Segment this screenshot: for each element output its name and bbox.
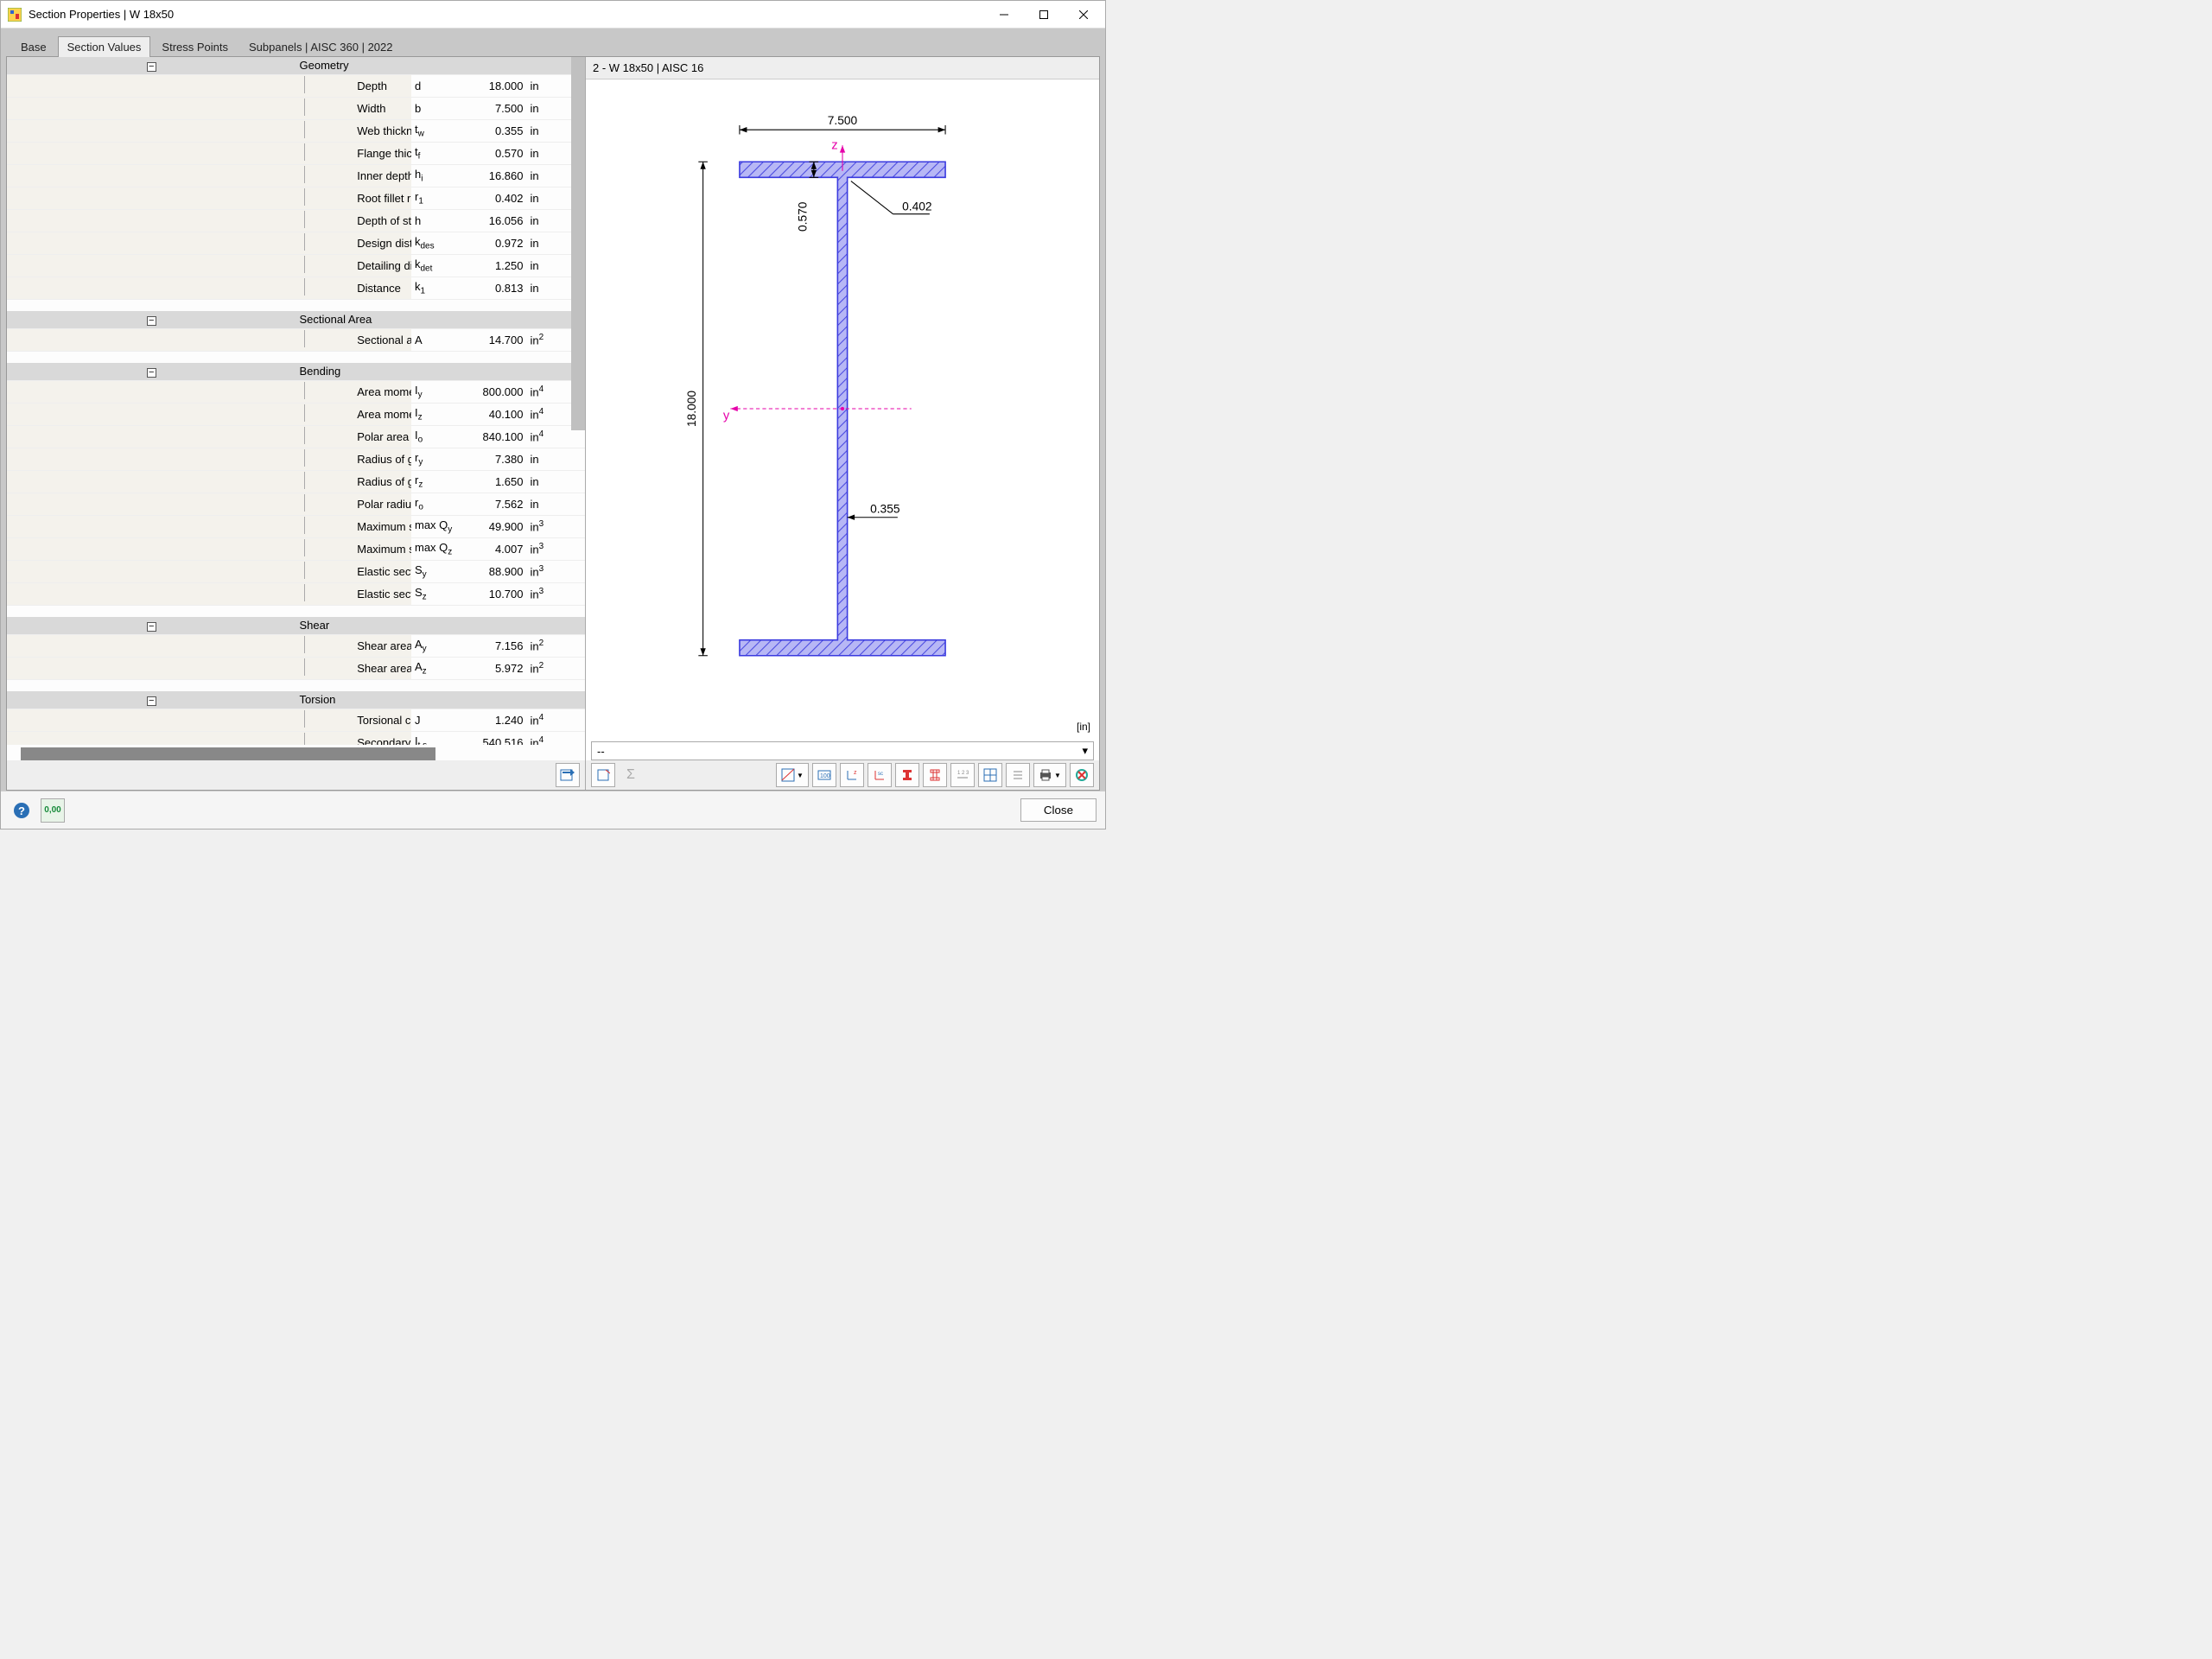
properties-scroll[interactable]: − Geometry Depth d 18.000 in Width b 7.5… — [7, 57, 585, 745]
view-mode-button[interactable]: ▼ — [776, 763, 809, 787]
horizontal-scrollbar[interactable] — [21, 747, 435, 760]
group-sectional-area[interactable]: − Sectional Area — [7, 311, 585, 328]
property-row[interactable]: Polar radius of gyration ro 7.562 in — [7, 493, 585, 515]
property-row[interactable]: Detailing distance kdet 1.250 in — [7, 254, 585, 276]
window-title: Section Properties | W 18x50 — [29, 8, 984, 21]
tab-base[interactable]: Base — [11, 36, 56, 57]
left-toolbar — [7, 760, 585, 790]
property-row[interactable]: Elastic section modulus about z-axis Sz … — [7, 582, 585, 605]
content-frame: BaseSection ValuesStress PointsSubpanels… — [1, 29, 1105, 791]
property-row[interactable]: Radius of gyration about z-axis rz 1.650… — [7, 470, 585, 493]
property-row[interactable]: Distance k1 0.813 in — [7, 276, 585, 299]
svg-text:y: y — [723, 410, 730, 423]
svg-text:0.355: 0.355 — [870, 502, 900, 515]
grid-button[interactable] — [978, 763, 1002, 787]
svg-text:18.000: 18.000 — [685, 391, 698, 427]
maximize-button[interactable] — [1024, 2, 1064, 28]
svg-text:100: 100 — [820, 773, 830, 779]
property-row[interactable]: Shear area in z-direction Az 5.972 in2 — [7, 657, 585, 679]
section-canvas[interactable]: 7.500 18.000 0.570 0.402 0.355 y z [in] — [586, 79, 1099, 738]
properties-grid-wrap: − Geometry Depth d 18.000 in Width b 7.5… — [7, 57, 585, 760]
property-row[interactable]: Radius of gyration about y-axis ry 7.380… — [7, 448, 585, 470]
tab-subpanels-aisc-360-2022[interactable]: Subpanels | AISC 360 | 2022 — [239, 36, 403, 57]
tab-stress-points[interactable]: Stress Points — [152, 36, 238, 57]
property-row[interactable]: Maximum statical moment of area about z-… — [7, 537, 585, 560]
right-toolbar: Σ ▼ 100 z sc 1 2 3 ▼ — [586, 760, 1099, 790]
property-row[interactable]: Design distance kdes 0.972 in — [7, 232, 585, 254]
properties-pane: − Geometry Depth d 18.000 in Width b 7.5… — [7, 57, 586, 790]
dialog-footer: ? 0,00 Close — [1, 791, 1105, 829]
property-row[interactable]: Shear area in y-direction Ay 7.156 in2 — [7, 634, 585, 657]
property-row[interactable]: Elastic section modulus about y-axis Sy … — [7, 560, 585, 582]
sigma-button[interactable]: Σ — [619, 763, 643, 787]
section-drawing: 7.500 18.000 0.570 0.402 0.355 y z — [586, 79, 1099, 738]
property-row[interactable]: Sectional area A 14.700 in2 — [7, 328, 585, 351]
decimals-label: 0,00 — [44, 805, 60, 815]
property-row[interactable]: Area moment of inertia about z-axis Iz 4… — [7, 403, 585, 425]
tab-bar: BaseSection ValuesStress PointsSubpanels… — [6, 34, 1100, 56]
minimize-button[interactable] — [984, 2, 1024, 28]
svg-text:?: ? — [18, 804, 25, 817]
export-button[interactable] — [556, 763, 580, 787]
vertical-scrollbar[interactable] — [571, 57, 585, 430]
properties-grid: − Geometry Depth d 18.000 in Width b 7.5… — [7, 57, 585, 745]
values-view-button[interactable]: 100 — [812, 763, 836, 787]
property-row[interactable]: Polar area moment of inertia Io 840.100 … — [7, 425, 585, 448]
reset-button[interactable] — [1070, 763, 1094, 787]
unit-label: [in] — [1077, 721, 1090, 733]
numbering-button[interactable]: 1 2 3 — [950, 763, 975, 787]
property-row[interactable]: Root fillet radius r1 0.402 in — [7, 187, 585, 209]
app-icon — [8, 8, 22, 22]
decimals-button[interactable]: 0,00 — [41, 798, 65, 823]
property-row[interactable]: Depth of straight portion of web h 16.05… — [7, 209, 585, 232]
preview-header: 2 - W 18x50 | AISC 16 — [586, 57, 1099, 79]
print-button[interactable]: ▼ — [1033, 763, 1066, 787]
section-red-button[interactable] — [895, 763, 919, 787]
close-button[interactable]: Close — [1020, 798, 1096, 822]
chevron-down-icon: ▾ — [1082, 744, 1088, 758]
window: Section Properties | W 18x50 BaseSection… — [0, 0, 1106, 830]
list-button[interactable] — [1006, 763, 1030, 787]
content-split: − Geometry Depth d 18.000 in Width b 7.5… — [6, 56, 1100, 791]
axes-sc-button[interactable]: sc — [868, 763, 892, 787]
property-row[interactable]: Flange thickness tf 0.570 in — [7, 142, 585, 164]
svg-text:z: z — [854, 770, 857, 776]
axes-z-button[interactable]: z — [840, 763, 864, 787]
svg-text:7.500: 7.500 — [828, 114, 858, 127]
property-row[interactable]: Inner depth between flanges hi 16.860 in — [7, 164, 585, 187]
preview-pane: 2 - W 18x50 | AISC 16 7.500 18.000 0.570 0.… — [586, 57, 1099, 790]
close-window-button[interactable] — [1064, 2, 1103, 28]
section-outline-button[interactable] — [923, 763, 947, 787]
property-row[interactable]: Web thickness tw 0.355 in — [7, 119, 585, 142]
title-bar: Section Properties | W 18x50 — [1, 1, 1105, 29]
svg-text:1 2 3: 1 2 3 — [957, 771, 969, 776]
display-dropdown-value: -- — [597, 745, 605, 758]
svg-text:sc: sc — [878, 772, 883, 777]
display-dropdown[interactable]: -- ▾ — [591, 741, 1094, 760]
group-shear[interactable]: − Shear — [7, 617, 585, 634]
property-row[interactable]: Area moment of inertia about y-axis Iy 8… — [7, 380, 585, 403]
group-geometry[interactable]: − Geometry — [7, 57, 585, 74]
property-row[interactable]: Maximum statical moment of area about y-… — [7, 515, 585, 537]
help-button[interactable]: ? — [10, 798, 34, 823]
dimensions-toggle-button[interactable] — [591, 763, 615, 787]
property-row[interactable]: Secondary torsional constant It,s 540.51… — [7, 731, 585, 745]
property-row[interactable]: Width b 7.500 in — [7, 97, 585, 119]
svg-text:z: z — [831, 138, 837, 152]
group-torsion[interactable]: − Torsion — [7, 691, 585, 709]
property-row[interactable]: Depth d 18.000 in — [7, 74, 585, 97]
svg-text:0.402: 0.402 — [902, 200, 931, 213]
tab-section-values[interactable]: Section Values — [58, 36, 151, 57]
svg-text:0.570: 0.570 — [796, 201, 809, 232]
property-row[interactable]: Torsional constant J 1.240 in4 — [7, 709, 585, 731]
group-bending[interactable]: − Bending — [7, 363, 585, 380]
